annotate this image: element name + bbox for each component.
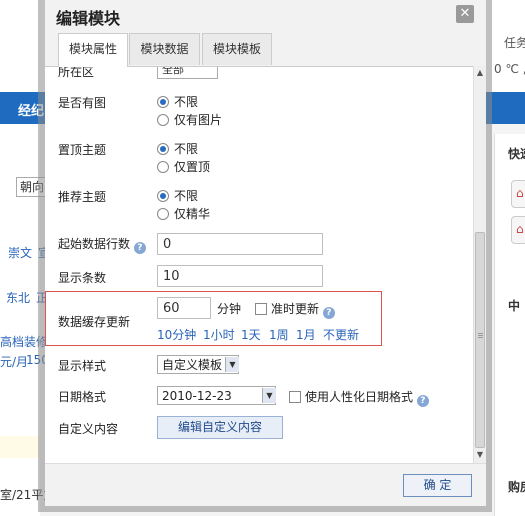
row-label-cache: 数据缓存更新 — [58, 315, 131, 329]
radio-label: 不限 — [174, 189, 199, 203]
row-label-recommended: 推荐主题 — [58, 190, 107, 204]
row-label-custom-content: 自定义内容 — [58, 422, 119, 436]
radio-selected-icon — [157, 190, 169, 202]
district-select[interactable]: 全部 — [157, 67, 218, 79]
cache-option-10min[interactable]: 10分钟 — [157, 326, 196, 343]
help-icon[interactable]: ? — [133, 242, 146, 254]
row-label-sticky: 置顶主题 — [58, 143, 107, 157]
help-icon[interactable]: ? — [416, 395, 429, 407]
on-time-update-checkbox[interactable]: 准时更新 ? — [255, 300, 335, 319]
dialog-content: 所在区 全部 是否有图 不限 仅有图片 置顶主题 不限 仅置顶 推荐主题 不限 … — [45, 67, 474, 462]
radio-recommended-only[interactable]: 仅精华 — [157, 206, 210, 222]
tab-module-template[interactable]: 模块模板 — [202, 33, 272, 65]
radio-recommended-any[interactable]: 不限 — [157, 188, 198, 204]
radio-label: 不限 — [174, 95, 199, 109]
checkbox-icon — [289, 391, 301, 403]
radio-label: 不限 — [174, 142, 199, 156]
tab-module-data[interactable]: 模块数据 — [129, 33, 200, 65]
cache-option-1day[interactable]: 1天 — [241, 326, 261, 343]
row-label-display-style: 显示样式 — [58, 359, 107, 373]
bg-district-link[interactable]: 东北 — [6, 289, 30, 306]
radio-icon — [157, 114, 169, 126]
dialog-header: 编辑模块 ✕ 模块属性 模块数据 模块模板 — [45, 0, 486, 67]
cache-option-1week[interactable]: 1周 — [269, 326, 289, 343]
dialog-footer: 确 定 — [45, 463, 486, 506]
grip-icon — [478, 333, 483, 334]
radio-label: 仅有图片 — [174, 113, 223, 127]
checkbox-icon — [255, 303, 267, 315]
label-text: 起始数据行数 — [58, 237, 131, 251]
radio-selected-icon — [157, 96, 169, 108]
display-count-input[interactable]: 10 — [157, 265, 323, 287]
chevron-down-icon: ▼ — [225, 357, 239, 372]
checkbox-label: 准时更新 — [271, 302, 320, 316]
radio-has-image-only[interactable]: 仅有图片 — [157, 112, 222, 128]
bg-panel-heading: 中 — [508, 299, 521, 313]
dialog-title: 编辑模块 — [56, 9, 121, 28]
date-format-select[interactable]: 2010-12-23 ▼ — [157, 386, 276, 405]
scrollbar-thumb[interactable] — [475, 232, 485, 448]
chevron-down-icon: ▼ — [262, 388, 276, 403]
bg-listing-text: 元/月 — [0, 355, 29, 369]
radio-selected-icon — [157, 143, 169, 155]
radio-sticky-only[interactable]: 仅置顶 — [157, 159, 210, 175]
scroll-up-icon[interactable]: ▲ — [475, 68, 485, 78]
house-icon[interactable]: ⌂ — [511, 216, 525, 244]
checkbox-label: 使用人性化日期格式 — [305, 390, 414, 404]
bg-district-link[interactable]: 崇文 — [8, 244, 32, 261]
cache-option-1hour[interactable]: 1小时 — [203, 326, 235, 343]
radio-label: 仅精华 — [174, 207, 211, 221]
bg-panel-heading: 快速 — [508, 147, 525, 161]
cache-unit-label: 分钟 — [217, 302, 242, 316]
row-label-date-format: 日期格式 — [58, 390, 107, 404]
house-icon[interactable]: ⌂ — [511, 180, 525, 208]
close-icon[interactable]: ✕ — [456, 5, 474, 23]
tab-module-properties[interactable]: 模块属性 — [58, 33, 128, 67]
edit-module-dialog: 编辑模块 ✕ 模块属性 模块数据 模块模板 所在区 全部 是否有图 不限 仅有图… — [45, 0, 486, 506]
row-label-display-count: 显示条数 — [58, 271, 107, 285]
bg-highlight-strip — [0, 436, 40, 458]
bg-weather-text: 0 ℃ , — [494, 62, 525, 76]
start-row-input[interactable]: 0 — [157, 233, 323, 255]
select-value: 2010-12-23 — [162, 389, 232, 403]
display-style-select[interactable]: 自定义模板 ▼ — [157, 355, 239, 374]
ok-button[interactable]: 确 定 — [403, 474, 472, 497]
radio-sticky-any[interactable]: 不限 — [157, 141, 198, 157]
cache-option-1month[interactable]: 1月 — [296, 326, 316, 343]
radio-icon — [157, 208, 169, 220]
cache-option-never[interactable]: 不更新 — [323, 326, 359, 343]
scroll-down-icon[interactable]: ▼ — [475, 450, 485, 460]
bg-panel-heading: 购房 — [508, 480, 525, 494]
dialog-scrollbar[interactable]: ▲ ▼ — [473, 66, 486, 463]
help-icon[interactable]: ? — [322, 307, 335, 319]
radio-label: 仅置顶 — [174, 160, 211, 174]
humanize-date-checkbox[interactable]: 使用人性化日期格式 ? — [289, 388, 429, 407]
row-label-has-image: 是否有图 — [58, 96, 107, 110]
select-value: 自定义模板 — [162, 358, 223, 372]
row-label-start-row: 起始数据行数 ? — [58, 235, 146, 254]
radio-icon — [157, 161, 169, 173]
radio-has-image-any[interactable]: 不限 — [157, 94, 198, 110]
bg-task-link[interactable]: 任务 — [504, 34, 525, 51]
cache-minutes-input[interactable]: 60 — [157, 297, 211, 319]
edit-custom-content-button[interactable]: 编辑自定义内容 — [157, 416, 283, 439]
row-label: 所在区 — [58, 67, 95, 79]
